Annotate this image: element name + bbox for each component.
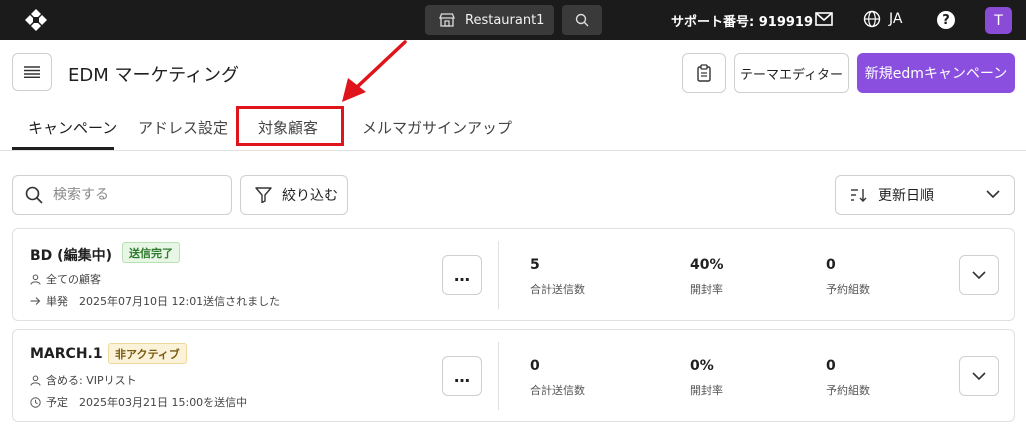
- active-tab-indicator: [12, 147, 114, 150]
- campaign-schedule: 単発 2025年07月10日 12:01送信されました: [30, 293, 280, 309]
- top-bar: Restaurant1 サポート番号: 919919 JA ? T: [0, 0, 1026, 40]
- reservations-label: 予約組数: [826, 283, 870, 296]
- tab-address-settings[interactable]: アドレス設定: [138, 117, 228, 138]
- campaign-audience: 全ての顧客: [30, 271, 101, 287]
- tab-newsletter-signup[interactable]: メルマガサインアップ: [362, 117, 512, 138]
- menu-button[interactable]: [12, 53, 52, 91]
- reservations-value: 0: [826, 257, 836, 273]
- tab-campaigns[interactable]: キャンペーン: [28, 117, 117, 138]
- clipboard-icon: [697, 64, 711, 82]
- expand-button[interactable]: [959, 255, 999, 295]
- mail-icon[interactable]: [815, 11, 833, 27]
- chevron-down-icon: [986, 190, 1000, 199]
- status-badge: 送信完了: [122, 242, 180, 263]
- open-rate-label: 開封率: [690, 384, 723, 397]
- help-icon[interactable]: ?: [937, 11, 955, 29]
- open-rate-value: 40%: [690, 257, 724, 273]
- avatar[interactable]: T: [985, 7, 1012, 34]
- hamburger-icon: [24, 66, 40, 78]
- language-selector[interactable]: JA: [863, 10, 902, 28]
- chevron-down-icon: [972, 271, 986, 280]
- filter-label: 絞り込む: [282, 188, 338, 204]
- more-options-button[interactable]: …: [442, 356, 482, 396]
- total-sent-label: 合計送信数: [530, 283, 585, 296]
- status-badge: 非アクティブ: [108, 343, 187, 364]
- globe-icon: [863, 10, 881, 28]
- support-number: サポート番号: 919919: [671, 15, 813, 30]
- reservations-label: 予約組数: [826, 384, 870, 397]
- sort-icon: [851, 189, 867, 202]
- schedule-text: 単発 2025年07月10日 12:01送信されました: [46, 295, 281, 308]
- search-field[interactable]: [12, 175, 232, 215]
- language-label: JA: [889, 11, 903, 27]
- logo-icon[interactable]: [24, 8, 48, 32]
- theme-editor-button[interactable]: テーマエディター: [734, 53, 849, 93]
- open-rate-label: 開封率: [690, 283, 723, 296]
- open-rate-value: 0%: [690, 358, 714, 374]
- expand-button[interactable]: [959, 356, 999, 396]
- more-options-button[interactable]: …: [442, 255, 482, 295]
- store-selector-button[interactable]: Restaurant1: [425, 5, 554, 35]
- search-input[interactable]: [53, 187, 213, 203]
- campaign-schedule: 予定 2025年03月21日 15:00を送信中: [30, 394, 247, 410]
- campaign-audience: 含める: VIPリスト: [30, 372, 137, 388]
- audience-text: 含める: VIPリスト: [46, 374, 137, 387]
- chevron-down-icon: [972, 372, 986, 381]
- annotation-highlight-box: [236, 106, 344, 146]
- sort-label: 更新日順: [878, 188, 934, 204]
- person-icon: [30, 274, 41, 285]
- filter-icon: [255, 187, 272, 203]
- store-name: Restaurant1: [465, 12, 545, 28]
- global-search-button[interactable]: [562, 5, 602, 35]
- total-sent-label: 合計送信数: [530, 384, 585, 397]
- clock-icon: [30, 396, 41, 408]
- store-icon: [439, 13, 455, 27]
- new-campaign-button[interactable]: 新規edmキャンペーン: [857, 53, 1015, 93]
- annotation-arrow-icon: [342, 40, 407, 102]
- reservations-value: 0: [826, 358, 836, 374]
- search-icon: [575, 13, 589, 27]
- campaign-card[interactable]: MARCH.1 非アクティブ 含める: VIPリスト 予定 2025年03月21…: [12, 329, 1015, 422]
- campaign-name: BD (編集中): [30, 248, 112, 264]
- sort-dropdown[interactable]: 更新日順: [835, 175, 1015, 215]
- audience-text: 全ての顧客: [46, 273, 101, 286]
- divider: [498, 241, 499, 309]
- search-icon: [25, 186, 43, 204]
- filter-button[interactable]: 絞り込む: [240, 175, 348, 215]
- total-sent-value: 0: [530, 358, 540, 374]
- clipboard-button[interactable]: [682, 53, 726, 93]
- tab-bar: キャンペーン アドレス設定 対象顧客 メルマガサインアップ: [0, 103, 1026, 151]
- schedule-text: 予定 2025年03月21日 15:00を送信中: [46, 396, 248, 409]
- campaign-name: MARCH.1: [30, 346, 103, 362]
- person-icon: [30, 375, 41, 386]
- divider: [498, 342, 499, 410]
- total-sent-value: 5: [530, 257, 540, 273]
- page-title: EDM マーケティング: [68, 65, 240, 86]
- arrow-right-icon: [30, 297, 41, 305]
- campaign-card[interactable]: BD (編集中) 送信完了 全ての顧客 単発 2025年07月10日 12:01…: [12, 228, 1015, 321]
